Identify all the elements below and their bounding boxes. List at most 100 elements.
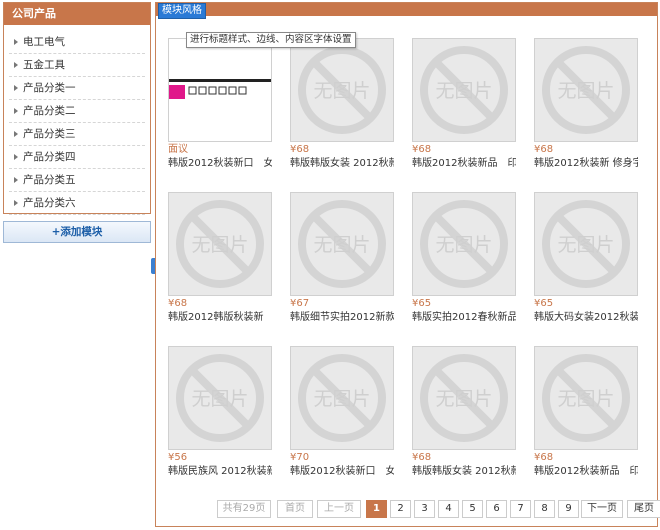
product-card: 面议韩版2012秋装新口 女 [168, 38, 272, 171]
sidebar-item-label: 产品分类三 [23, 128, 76, 140]
product-thumbnail[interactable]: 无图片 [412, 38, 516, 142]
sidebar-item-label: 产品分类五 [23, 174, 76, 186]
product-price: ¥68 [290, 144, 310, 155]
product-price: ¥68 [412, 452, 432, 463]
no-image-text: 无图片 [191, 388, 248, 410]
sidebar-item[interactable]: 产品分类二 [9, 100, 145, 123]
first-page-button: 首页 [277, 500, 313, 518]
product-name-link[interactable]: 韩版2012秋装新品 印 [412, 157, 516, 171]
no-image-placeholder-icon: 无图片 [542, 200, 630, 288]
product-name-link[interactable]: 韩版2012秋装新口 女 [168, 157, 272, 171]
product-name-link[interactable]: 韩版实拍2012春秋新品 [412, 311, 516, 325]
no-image-placeholder-icon: 无图片 [542, 354, 630, 442]
arrow-right-icon [14, 177, 18, 183]
arrow-right-icon [14, 39, 18, 45]
product-name-link[interactable]: 韩版韩版女装 2012秋款 [412, 465, 516, 479]
sidebar-item-label: 产品分类六 [23, 197, 76, 209]
sidebar-item-label: 五金工具 [23, 59, 65, 71]
sidebar-item[interactable]: 产品分类六 [9, 192, 145, 215]
product-card: 无图片 ¥68 韩版2012秋装新品 印 [534, 346, 638, 479]
sidebar-item[interactable]: 产品分类一 [9, 77, 145, 100]
page-number-button[interactable]: 4 [438, 500, 459, 518]
product-name-link[interactable]: 韩版2012秋装新口 女 [290, 465, 394, 479]
product-card: 无图片 ¥70 韩版2012秋装新口 女 [290, 346, 394, 479]
style-tooltip: 进行标题样式、边线、内容区字体设置 [186, 32, 356, 48]
page-number-button[interactable]: 6 [486, 500, 507, 518]
page-number-button[interactable]: 5 [462, 500, 483, 518]
sidebar-item-label: 产品分类二 [23, 105, 76, 117]
product-price: 面议 [168, 144, 188, 155]
product-name-link[interactable]: 韩版大码女装2012秋装 [534, 311, 638, 325]
no-image-placeholder-icon: 无图片 [176, 200, 264, 288]
module-style-button[interactable]: 模块风格 [158, 3, 206, 19]
sidebar-item-label: 产品分类一 [23, 82, 76, 94]
product-name-link[interactable]: 韩版细节实拍2012新款 [290, 311, 394, 325]
product-thumbnail[interactable]: 无图片 [290, 346, 394, 450]
product-thumbnail[interactable]: 无图片 [168, 192, 272, 296]
sidebar-item[interactable]: 电工电气 [9, 31, 145, 54]
product-name-link[interactable]: 韩版2012秋装新品 印 [534, 465, 638, 479]
next-page-button[interactable]: 下一页 [581, 500, 623, 518]
page-number-button[interactable]: 7 [510, 500, 531, 518]
no-image-placeholder-icon: 无图片 [420, 200, 508, 288]
product-thumbnail[interactable]: 无图片 [290, 192, 394, 296]
no-image-text: 无图片 [557, 388, 614, 410]
no-image-text: 无图片 [313, 234, 370, 256]
sidebar-item-label: 电工电气 [23, 36, 65, 48]
no-image-text: 无图片 [557, 80, 614, 102]
no-image-text: 无图片 [313, 388, 370, 410]
sidebar-title: 公司产品 [4, 3, 150, 25]
no-image-placeholder-icon: 无图片 [298, 46, 386, 134]
last-page-button[interactable]: 尾页 [627, 500, 660, 518]
product-price: ¥68 [534, 144, 554, 155]
arrow-right-icon [14, 62, 18, 68]
company-products-panel: 公司产品 电工电气五金工具产品分类一产品分类二产品分类三产品分类四产品分类五产品… [3, 2, 151, 215]
product-module: 模块风格 进行标题样式、边线、内容区字体设置 面议 韩版2012秋装新口 女无图片… [155, 2, 660, 527]
no-image-placeholder-icon: 无图片 [420, 354, 508, 442]
no-image-placeholder-icon: 无图片 [542, 46, 630, 134]
product-name-link[interactable]: 韩版韩版女装 2012秋款 [290, 157, 394, 171]
product-name-link[interactable]: 韩版民族风 2012秋装新 [168, 465, 272, 479]
product-thumbnail[interactable]: 无图片 [412, 346, 516, 450]
no-image-text: 无图片 [435, 388, 492, 410]
arrow-right-icon [14, 85, 18, 91]
no-image-text: 无图片 [435, 234, 492, 256]
no-image-placeholder-icon: 无图片 [298, 200, 386, 288]
product-thumbnail[interactable] [168, 38, 272, 142]
sidebar-item-label: 产品分类四 [23, 151, 76, 163]
page-count-label: 共有29页 [217, 500, 271, 518]
product-card: 无图片 ¥56 韩版民族风 2012秋装新 [168, 346, 272, 479]
product-price: ¥68 [534, 452, 554, 463]
product-card: 无图片 ¥68 韩版韩版女装 2012秋款 [412, 346, 516, 479]
product-name-link[interactable]: 韩版2012韩版秋装新 [168, 311, 272, 325]
product-card: 无图片 ¥68 韩版2012韩版秋装新 [168, 192, 272, 325]
sidebar-item[interactable]: 五金工具 [9, 54, 145, 77]
product-price: ¥68 [168, 298, 188, 309]
product-thumbnail[interactable]: 无图片 [534, 346, 638, 450]
product-thumbnail[interactable]: 无图片 [534, 192, 638, 296]
sidebar-item[interactable]: 产品分类五 [9, 169, 145, 192]
product-thumbnail[interactable]: 无图片 [412, 192, 516, 296]
module-header-bar [156, 3, 657, 16]
product-card: 无图片 ¥68 韩版2012秋装新 修身字 [534, 38, 638, 171]
product-name-link[interactable]: 韩版2012秋装新 修身字 [534, 157, 638, 171]
product-price: ¥65 [534, 298, 554, 309]
product-card: 无图片 ¥68 韩版2012秋装新品 印 [412, 38, 516, 171]
product-thumbnail[interactable]: 无图片 [534, 38, 638, 142]
sidebar-item[interactable]: 产品分类四 [9, 146, 145, 169]
prev-page-button: 上一页 [317, 500, 361, 518]
sidebar-item[interactable]: 产品分类三 [9, 123, 145, 146]
product-price: ¥65 [412, 298, 432, 309]
no-image-placeholder-icon: 无图片 [298, 354, 386, 442]
product-thumbnail[interactable]: 无图片 [168, 346, 272, 450]
no-image-text: 无图片 [557, 234, 614, 256]
arrow-right-icon [14, 108, 18, 114]
page-number-button[interactable]: 9 [558, 500, 579, 518]
product-thumbnail[interactable]: 无图片 [290, 38, 394, 142]
page-number-button[interactable]: 2 [390, 500, 411, 518]
no-image-placeholder-icon: 无图片 [176, 354, 264, 442]
page-number-button[interactable]: 3 [414, 500, 435, 518]
add-module-button[interactable]: +添加模块 [3, 221, 151, 243]
page-number-button: 1 [366, 500, 387, 518]
page-number-button[interactable]: 8 [534, 500, 555, 518]
